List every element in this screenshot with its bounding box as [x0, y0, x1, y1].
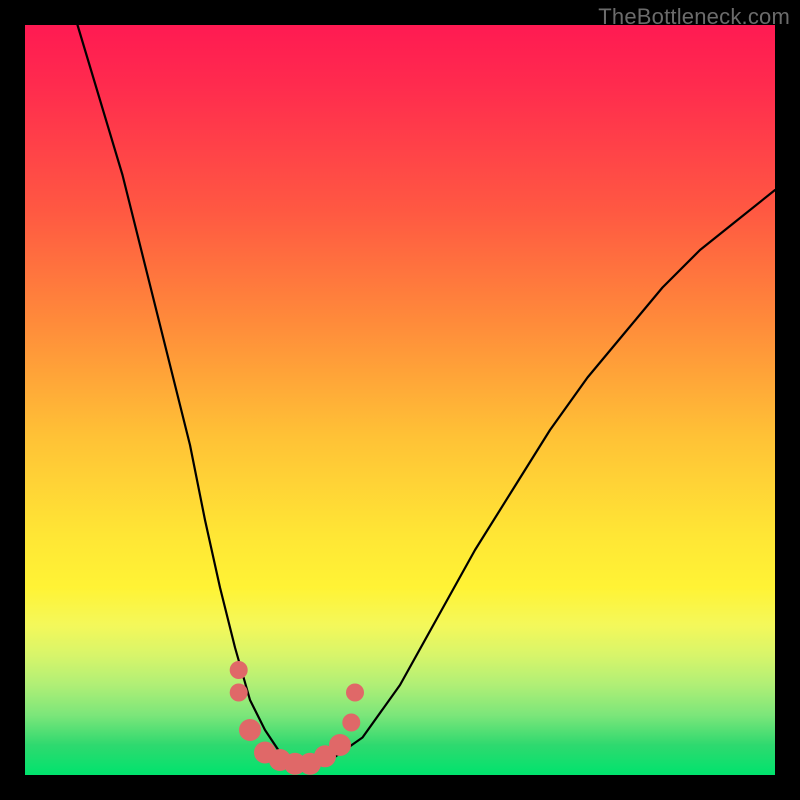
curve-layer — [25, 25, 775, 775]
bottleneck-curve — [78, 25, 776, 768]
valley-markers — [230, 661, 364, 775]
watermark-text: TheBottleneck.com — [598, 4, 790, 30]
plot-area — [25, 25, 775, 775]
chart-frame: TheBottleneck.com — [0, 0, 800, 800]
